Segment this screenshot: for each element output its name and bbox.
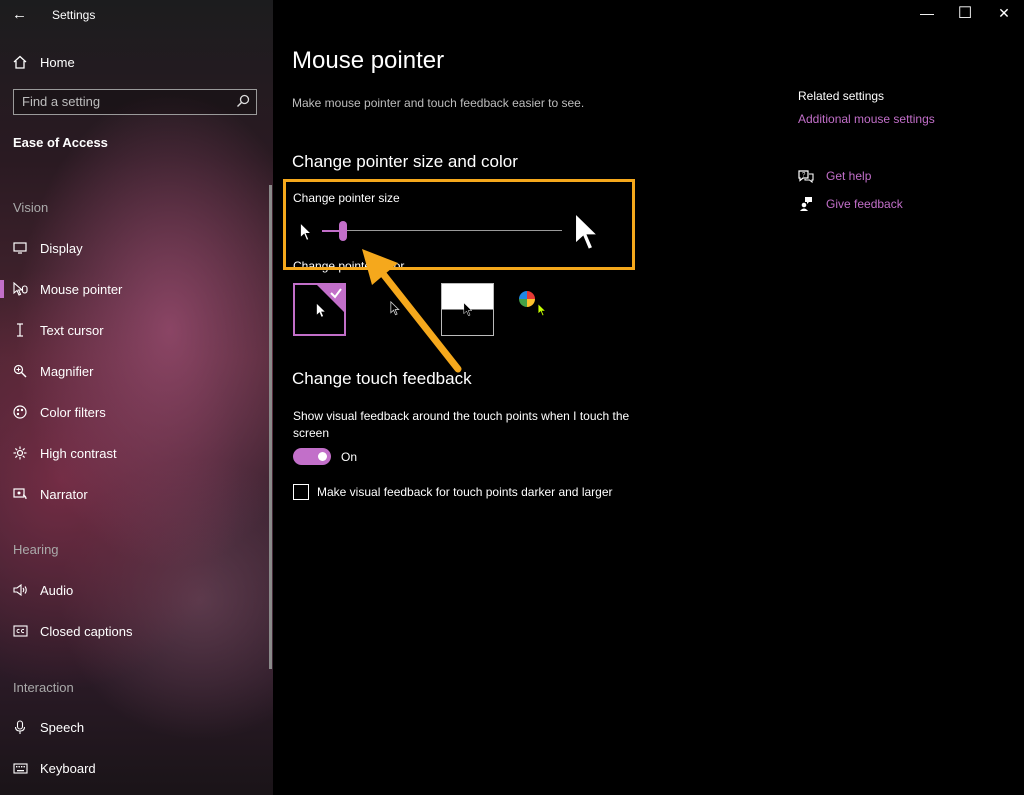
home-icon bbox=[0, 55, 40, 69]
get-help-link[interactable]: ? Get help bbox=[798, 169, 871, 183]
display-icon bbox=[0, 242, 40, 254]
pointer-size-slider-track[interactable] bbox=[322, 230, 562, 231]
group-label-interaction: Interaction bbox=[13, 680, 74, 695]
toggle-knob bbox=[318, 452, 327, 461]
sidebar-item-speech[interactable]: Speech bbox=[0, 709, 273, 745]
related-settings-title: Related settings bbox=[798, 89, 885, 103]
closed-captions-icon bbox=[0, 625, 40, 637]
section-heading-size-color: Change pointer size and color bbox=[292, 152, 518, 171]
back-arrow-icon[interactable]: ← bbox=[12, 6, 27, 23]
small-pointer-icon bbox=[298, 222, 314, 247]
color-filters-icon bbox=[0, 405, 40, 419]
sidebar-scrollbar[interactable] bbox=[269, 185, 272, 669]
group-label-vision: Vision bbox=[13, 200, 49, 215]
give-feedback-link[interactable]: Give feedback bbox=[798, 196, 903, 211]
sidebar-item-label: Home bbox=[40, 54, 75, 70]
minimize-icon[interactable]: — bbox=[912, 5, 942, 21]
toggle-state-label: On bbox=[341, 450, 358, 464]
sidebar-item-closed-captions[interactable]: Closed captions bbox=[0, 613, 273, 649]
sidebar-item-narrator[interactable]: Narrator bbox=[0, 476, 273, 512]
microphone-icon bbox=[0, 719, 40, 735]
maximize-icon[interactable]: ☐ bbox=[950, 3, 980, 23]
group-label-hearing: Hearing bbox=[13, 542, 59, 557]
high-contrast-icon bbox=[0, 446, 40, 460]
section-title: Ease of Access bbox=[13, 135, 108, 150]
audio-icon bbox=[0, 584, 40, 596]
help-chat-icon: ? bbox=[798, 170, 814, 183]
pointer-size-slider-thumb[interactable] bbox=[338, 221, 347, 241]
sidebar-item-keyboard[interactable]: Keyboard bbox=[0, 750, 273, 786]
large-pointer-icon bbox=[573, 211, 601, 258]
sidebar-item-home[interactable]: Home bbox=[0, 44, 273, 80]
sidebar-item-label: Keyboard bbox=[40, 760, 96, 776]
pointer-color-white-option[interactable] bbox=[293, 283, 346, 336]
sidebar-item-high-contrast[interactable]: High contrast bbox=[0, 435, 273, 471]
checkbox-label: Make visual feedback for touch points da… bbox=[317, 485, 613, 499]
sidebar-item-label: Color filters bbox=[40, 404, 106, 420]
darker-larger-checkbox[interactable] bbox=[293, 484, 309, 500]
touch-feedback-toggle[interactable] bbox=[293, 448, 331, 465]
text-cursor-icon bbox=[0, 323, 40, 337]
sidebar-item-label: Speech bbox=[40, 719, 85, 735]
search-box[interactable] bbox=[13, 89, 257, 115]
annotation-arrow bbox=[362, 249, 462, 373]
page-title: Mouse pointer bbox=[292, 47, 445, 74]
lime-pointer-icon bbox=[537, 303, 547, 317]
sidebar-item-label: Mouse pointer bbox=[40, 281, 123, 297]
section-heading-touch-feedback: Change touch feedback bbox=[292, 369, 472, 388]
sidebar-item-display[interactable]: Display bbox=[0, 230, 273, 266]
sidebar-item-label: Narrator bbox=[40, 486, 88, 502]
titlebar-left: ← Settings bbox=[0, 0, 273, 30]
close-icon[interactable]: ✕ bbox=[989, 5, 1019, 22]
sidebar-item-mouse-pointer[interactable]: Mouse pointer bbox=[0, 271, 273, 307]
pointer-size-label: Change pointer size bbox=[293, 191, 400, 205]
sidebar-item-label: Closed captions bbox=[40, 623, 133, 639]
magnifier-icon bbox=[0, 364, 40, 378]
narrator-icon bbox=[0, 487, 40, 501]
mouse-pointer-icon bbox=[0, 282, 40, 296]
pointer-color-custom-option[interactable] bbox=[513, 283, 566, 336]
white-pointer-icon bbox=[316, 303, 325, 317]
search-icon[interactable] bbox=[236, 94, 250, 108]
page-subtitle: Make mouse pointer and touch feedback ea… bbox=[292, 96, 585, 110]
sidebar: ← Settings Home Ease of Access Vision Di… bbox=[0, 0, 273, 795]
sidebar-item-label: High contrast bbox=[40, 445, 117, 461]
touch-feedback-description: Show visual feedback around the touch po… bbox=[293, 409, 630, 440]
keyboard-icon bbox=[0, 762, 40, 774]
sidebar-item-magnifier[interactable]: Magnifier bbox=[0, 353, 273, 389]
search-input[interactable] bbox=[22, 94, 222, 109]
sidebar-item-label: Magnifier bbox=[40, 363, 94, 379]
additional-mouse-settings-link[interactable]: Additional mouse settings bbox=[798, 112, 935, 126]
sidebar-item-label: Audio bbox=[40, 582, 74, 598]
get-help-label: Get help bbox=[826, 169, 872, 183]
sidebar-item-label: Text cursor bbox=[40, 322, 104, 338]
give-feedback-label: Give feedback bbox=[826, 196, 903, 211]
app-title: Settings bbox=[52, 8, 96, 22]
sidebar-item-text-cursor[interactable]: Text cursor bbox=[0, 312, 273, 348]
color-wheel-icon bbox=[519, 291, 535, 307]
sidebar-item-label: Display bbox=[40, 240, 83, 256]
sidebar-item-color-filters[interactable]: Color filters bbox=[0, 394, 273, 430]
feedback-person-icon bbox=[800, 197, 812, 211]
sidebar-item-audio[interactable]: Audio bbox=[0, 572, 273, 608]
